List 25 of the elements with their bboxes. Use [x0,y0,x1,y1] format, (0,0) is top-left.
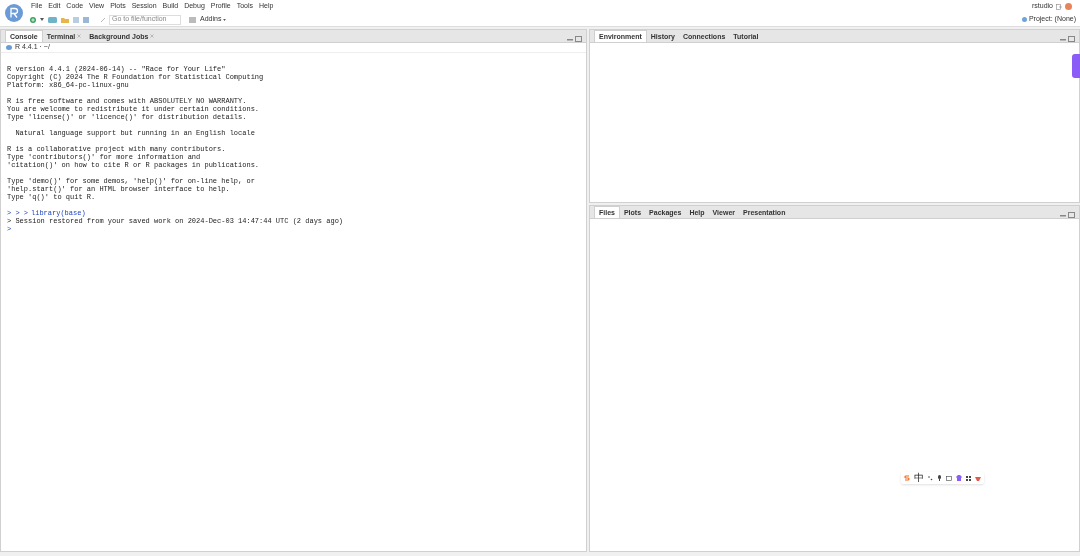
minimize-icon[interactable] [1060,37,1066,41]
save-icon[interactable] [73,16,79,23]
project-icon[interactable] [48,16,57,23]
r-logo-icon [5,4,23,22]
project-icon [1021,17,1027,22]
minimize-icon[interactable] [1060,213,1066,217]
side-widget[interactable] [1072,54,1080,78]
ime-mode[interactable]: 中 [914,473,924,483]
maximize-icon[interactable] [575,36,582,42]
caret-icon[interactable] [40,18,44,21]
s-logo-icon [904,475,910,481]
folder-icon[interactable] [61,16,69,23]
maximize-icon[interactable] [1068,36,1075,42]
power-icon[interactable] [1065,3,1072,10]
minimize-icon[interactable] [567,37,573,41]
microphone-icon[interactable] [937,475,942,481]
r-icon [6,45,12,50]
shirt-icon[interactable] [956,475,962,481]
punctuation-icon[interactable] [928,475,933,481]
maximize-icon[interactable] [1068,212,1075,218]
new-file-icon[interactable] [30,16,36,23]
caret-icon [223,18,227,21]
save-all-icon[interactable] [83,16,89,23]
keyboard-icon[interactable] [946,475,952,481]
sign-out-icon[interactable] [1056,3,1062,10]
